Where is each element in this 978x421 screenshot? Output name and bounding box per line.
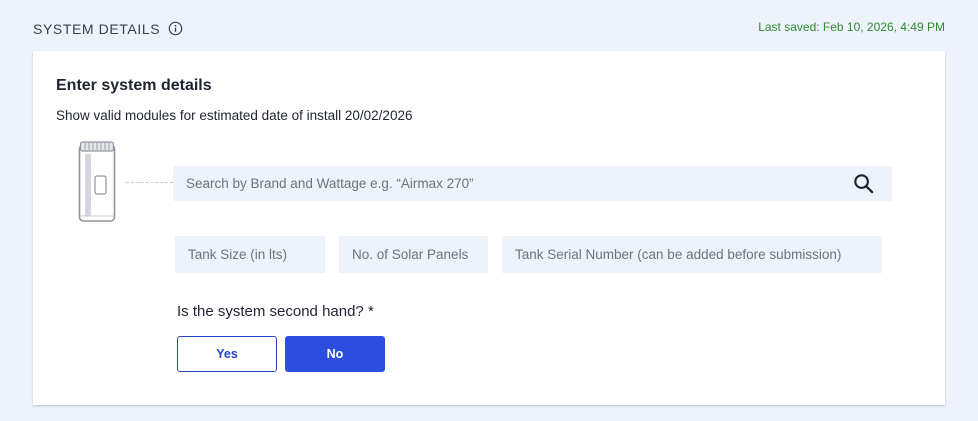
second-hand-question: Is the system second hand? * — [177, 303, 374, 320]
section-title: SYSTEM DETAILS — [33, 21, 161, 37]
card-title: Enter system details — [56, 77, 212, 94]
card-subtitle: Show valid modules for estimated date of… — [56, 108, 413, 123]
no-button[interactable]: No — [285, 336, 385, 372]
system-details-card: Enter system details Show valid modules … — [33, 51, 945, 405]
yes-button[interactable]: Yes — [177, 336, 277, 372]
last-saved-status: Last saved: Feb 10, 2026, 4:49 PM — [758, 20, 945, 34]
solar-panels-field[interactable] — [339, 236, 488, 273]
section-header: SYSTEM DETAILS Last saved: Feb 10, 2026,… — [33, 19, 945, 39]
info-icon[interactable] — [168, 21, 183, 36]
tank-size-field[interactable] — [175, 236, 325, 273]
connector-line — [126, 182, 173, 183]
module-search-input[interactable] — [173, 166, 843, 201]
water-tank-icon — [78, 141, 116, 222]
module-search[interactable] — [173, 166, 892, 201]
tank-serial-field[interactable] — [502, 236, 882, 273]
search-icon[interactable] — [853, 173, 874, 194]
